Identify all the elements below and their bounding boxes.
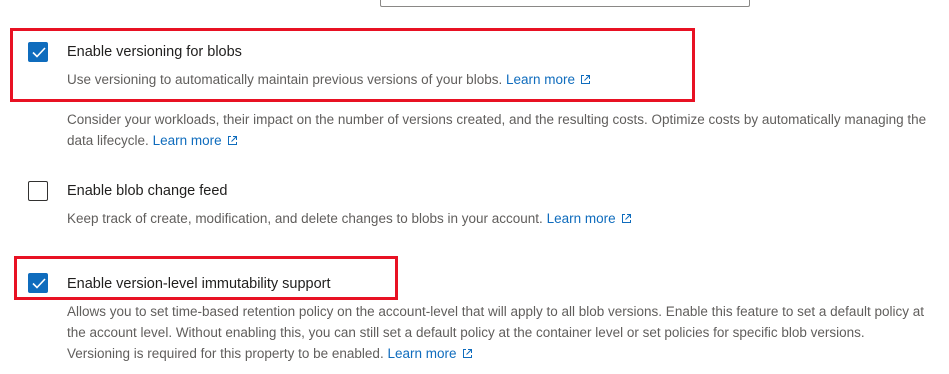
checkmark-icon xyxy=(32,47,46,58)
versioning-description: Use versioning to automatically maintain… xyxy=(67,69,591,90)
external-link-icon xyxy=(462,349,472,358)
immutability-description-text: Allows you to set time-based retention p… xyxy=(67,304,924,361)
immutability-learn-more-text[interactable]: Learn more xyxy=(387,346,456,361)
versioning-description-text: Use versioning to automatically maintain… xyxy=(67,72,503,87)
versioning-cost-note: Consider your workloads, their impact on… xyxy=(67,109,937,151)
external-link-icon xyxy=(581,75,591,84)
external-link-icon xyxy=(621,214,631,223)
lifecycle-learn-more-link[interactable]: Learn more xyxy=(153,133,238,148)
highlight-box-versioning xyxy=(10,28,695,102)
change-feed-description-text: Keep track of create, modification, and … xyxy=(67,211,543,226)
change-feed-label[interactable]: Enable blob change feed xyxy=(67,183,227,199)
versioning-learn-more-text[interactable]: Learn more xyxy=(506,72,575,87)
change-feed-learn-more-text[interactable]: Learn more xyxy=(547,211,616,226)
change-feed-description: Keep track of create, modification, and … xyxy=(67,208,632,229)
immutability-checkbox[interactable] xyxy=(28,273,48,293)
change-feed-checkbox[interactable] xyxy=(28,181,48,201)
versioning-learn-more-link[interactable]: Learn more xyxy=(506,72,591,87)
checkmark-icon xyxy=(32,278,46,289)
top-partial-input[interactable] xyxy=(380,0,750,7)
lifecycle-learn-more-text[interactable]: Learn more xyxy=(153,133,222,148)
immutability-learn-more-link[interactable]: Learn more xyxy=(387,346,472,361)
change-feed-learn-more-link[interactable]: Learn more xyxy=(547,211,632,226)
versioning-checkbox[interactable] xyxy=(28,42,48,62)
immutability-description: Allows you to set time-based retention p… xyxy=(67,301,927,364)
versioning-label[interactable]: Enable versioning for blobs xyxy=(67,44,242,60)
external-link-icon xyxy=(227,136,237,145)
immutability-label[interactable]: Enable version-level immutability suppor… xyxy=(67,276,331,292)
